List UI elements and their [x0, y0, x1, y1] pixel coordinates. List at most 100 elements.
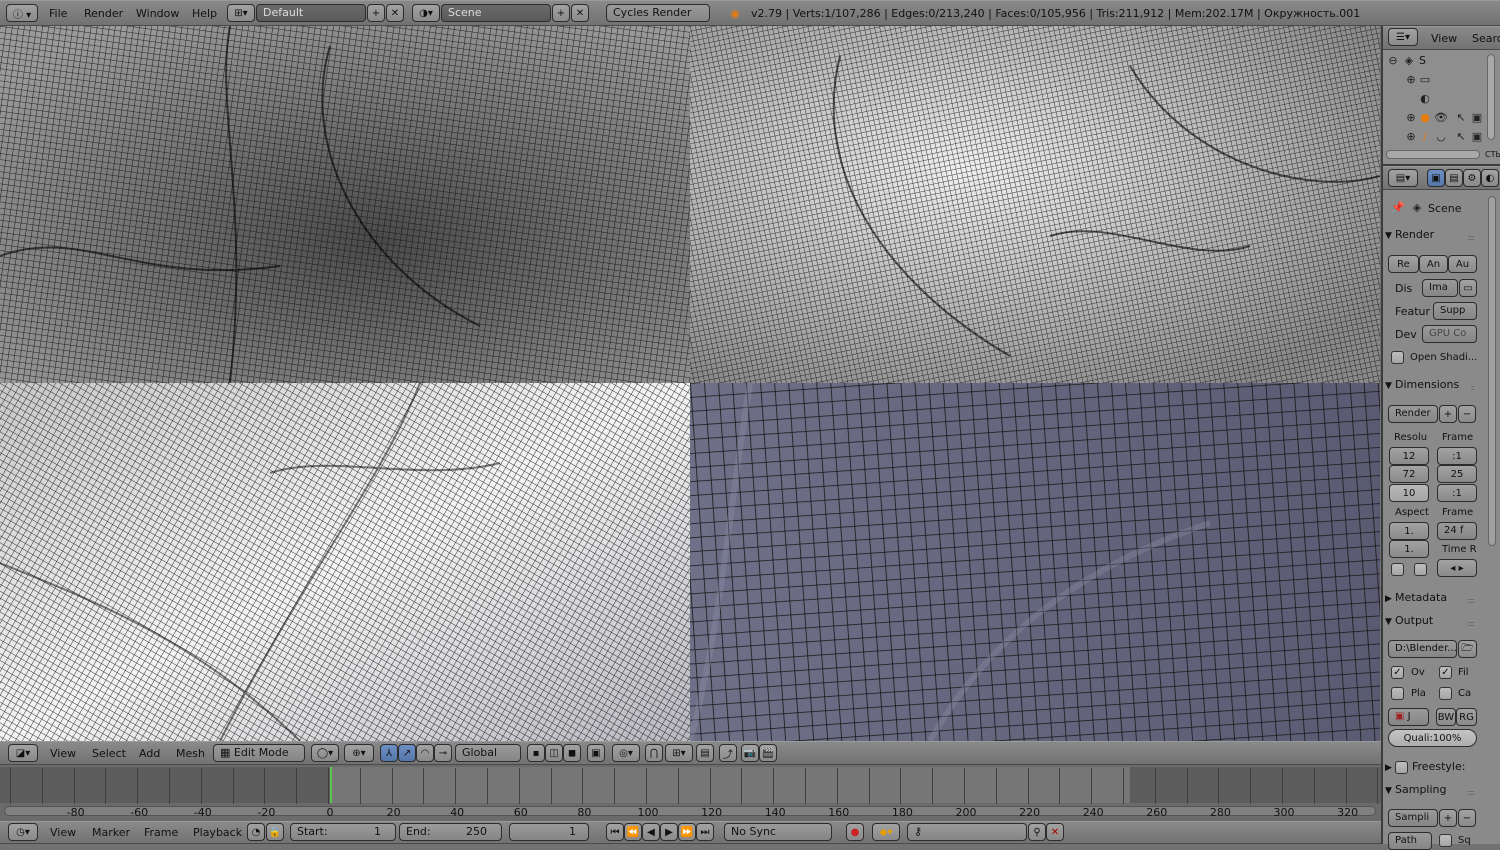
collapse-icon[interactable]: ⊖	[1385, 52, 1401, 68]
render-animation-button[interactable]: An	[1419, 255, 1448, 273]
border-checkbox[interactable]	[1391, 563, 1404, 576]
active-keying-set-field[interactable]: ⚷	[907, 823, 1027, 841]
play-button[interactable]: ▶	[660, 823, 678, 841]
viewport-bottom-right[interactable]	[690, 383, 1380, 741]
opengl-render-image-button[interactable]: ⤴	[719, 744, 737, 762]
insert-keyframe-button[interactable]: ⚲	[1028, 823, 1046, 841]
auto-keying-button[interactable]: ●	[846, 823, 864, 841]
outliner-vscroll[interactable]	[1487, 54, 1495, 140]
3d-view-editor-type-button[interactable]: ◪▾	[8, 744, 38, 762]
eye-icon[interactable]: 👁	[1433, 109, 1449, 125]
outliner-view-menu[interactable]: View	[1431, 32, 1457, 45]
quality-slider[interactable]: Quali:100%	[1388, 729, 1477, 747]
output-path-field[interactable]: D:\Blender...	[1388, 640, 1457, 658]
cursor-icon[interactable]: ↖	[1453, 109, 1469, 125]
sampling-preset-select[interactable]: Sampli	[1388, 809, 1438, 827]
feature-set-select[interactable]: Supp	[1433, 302, 1477, 320]
jump-end-button[interactable]: ⏭	[696, 823, 714, 841]
preview-range-button[interactable]: ◔	[247, 823, 265, 841]
time-remap-field[interactable]: ◂ ▸	[1437, 559, 1477, 577]
render-layers-tab[interactable]: ▤	[1445, 169, 1463, 187]
transform-orientation-select[interactable]: Global	[455, 744, 521, 762]
timeline-editor-type-button[interactable]: ◷▾	[8, 823, 38, 841]
outliner-search[interactable]: Searc	[1472, 32, 1500, 45]
snap-toggle[interactable]: ⋂	[645, 744, 663, 762]
info-editor-type-button[interactable]: ⓘ ▾	[6, 4, 38, 22]
color-bw-button[interactable]: BW	[1436, 708, 1456, 726]
sampling-add-preset-button[interactable]: +	[1439, 809, 1457, 827]
eye-closed-icon[interactable]: ◡	[1433, 128, 1449, 144]
render-panel-header[interactable]: ▼ Render::::	[1385, 228, 1480, 248]
screen-layout-field[interactable]: Default	[256, 4, 366, 22]
menu-window[interactable]: Window	[136, 7, 179, 20]
edge-select-mode[interactable]: ◫	[545, 744, 563, 762]
cursor-icon[interactable]: ↖	[1453, 128, 1469, 144]
proportional-editing-button[interactable]: ◎▾	[612, 744, 640, 762]
translate-manipulator[interactable]: ↗	[398, 744, 416, 762]
render-preset-select[interactable]: Render	[1388, 405, 1438, 423]
lock-interface-button[interactable]: ▭	[1459, 279, 1477, 297]
opengl-render-still-button[interactable]: 📷	[741, 744, 759, 762]
start-frame-field[interactable]: Start: 1	[290, 823, 396, 841]
snap-element-select[interactable]: ⊞▾	[665, 744, 693, 762]
outliner-scene-label[interactable]: S	[1419, 54, 1426, 67]
viewport-shading-button[interactable]: ◯▾	[311, 744, 339, 762]
file-format-select[interactable]: ▣ J	[1388, 708, 1429, 726]
outliner-hscroll[interactable]	[1386, 150, 1480, 159]
menu-file[interactable]: File	[49, 7, 67, 20]
current-frame-field[interactable]: 1	[509, 823, 589, 841]
add-preset-button[interactable]: +	[1439, 405, 1457, 423]
jump-keyframe-next-button[interactable]: ⏩	[678, 823, 696, 841]
scene-icon-button[interactable]: ◑▾	[412, 4, 440, 22]
render-still-button[interactable]: Re	[1388, 255, 1419, 273]
overwrite-checkbox[interactable]: ✓	[1391, 666, 1404, 679]
crop-checkbox[interactable]	[1414, 563, 1427, 576]
play-reverse-button[interactable]: ◀	[642, 823, 660, 841]
limit-selection-button[interactable]: ▣	[587, 744, 605, 762]
opengl-render-anim-button[interactable]: 🎬	[759, 744, 777, 762]
properties-vscroll[interactable]	[1488, 196, 1496, 546]
menu-timeline-view[interactable]: View	[50, 826, 76, 839]
resolution-percent-field[interactable]: 10	[1389, 484, 1429, 502]
display-select[interactable]: Ima	[1422, 279, 1458, 297]
sampling-panel-header[interactable]: ▼ Sampling::::	[1385, 783, 1480, 803]
frame-step-field[interactable]: :1	[1437, 484, 1477, 502]
viewport-bottom-left[interactable]	[0, 383, 690, 741]
current-frame-indicator[interactable]	[330, 767, 332, 803]
layer-button[interactable]: ▤	[696, 744, 714, 762]
end-frame-field[interactable]: End: 250	[399, 823, 502, 841]
delete-screen-button[interactable]: ✕	[386, 4, 404, 22]
menu-mesh[interactable]: Mesh	[176, 747, 205, 760]
aspect-x-field[interactable]: 1.	[1389, 522, 1429, 540]
resolution-x-field[interactable]: 12	[1389, 447, 1429, 465]
menu-add[interactable]: Add	[139, 747, 160, 760]
menu-frame[interactable]: Frame	[144, 826, 178, 839]
output-panel-header[interactable]: ▼ Output::::	[1385, 614, 1480, 634]
pin-icon[interactable]: 📌	[1390, 199, 1406, 215]
viewport-top-right[interactable]	[690, 26, 1380, 383]
manipulator-toggle[interactable]: ⅄	[380, 744, 398, 762]
menu-playback[interactable]: Playback	[193, 826, 242, 839]
scene-tab[interactable]: ⚙	[1463, 169, 1481, 187]
render-icon[interactable]: ▣	[1469, 128, 1485, 144]
vertex-select-mode[interactable]: ▪	[527, 744, 545, 762]
metadata-panel-header[interactable]: ▶ Metadata::::	[1385, 591, 1480, 611]
render-audio-button[interactable]: Au	[1448, 255, 1477, 273]
jump-start-button[interactable]: ⏮	[606, 823, 624, 841]
color-rgb-button[interactable]: RG	[1456, 708, 1477, 726]
sync-mode-select[interactable]: No Sync	[724, 823, 832, 841]
cache-result-checkbox[interactable]	[1439, 687, 1452, 700]
freestyle-panel-header[interactable]: ▶ Freestyle:	[1385, 760, 1480, 780]
frame-start-field[interactable]: :1	[1437, 447, 1477, 465]
render-tab[interactable]: ▣	[1427, 169, 1445, 187]
lock-time-button[interactable]: 🔒	[266, 823, 284, 841]
rotate-manipulator[interactable]: ◠	[416, 744, 434, 762]
resolution-y-field[interactable]: 72	[1389, 465, 1429, 483]
placeholders-checkbox[interactable]	[1391, 687, 1404, 700]
properties-editor-type-button[interactable]: ▤▾	[1388, 169, 1418, 187]
aspect-y-field[interactable]: 1.	[1389, 540, 1429, 558]
menu-marker[interactable]: Marker	[92, 826, 130, 839]
scene-field[interactable]: Scene	[441, 4, 551, 22]
remove-preset-button[interactable]: −	[1458, 405, 1476, 423]
menu-select[interactable]: Select	[92, 747, 126, 760]
